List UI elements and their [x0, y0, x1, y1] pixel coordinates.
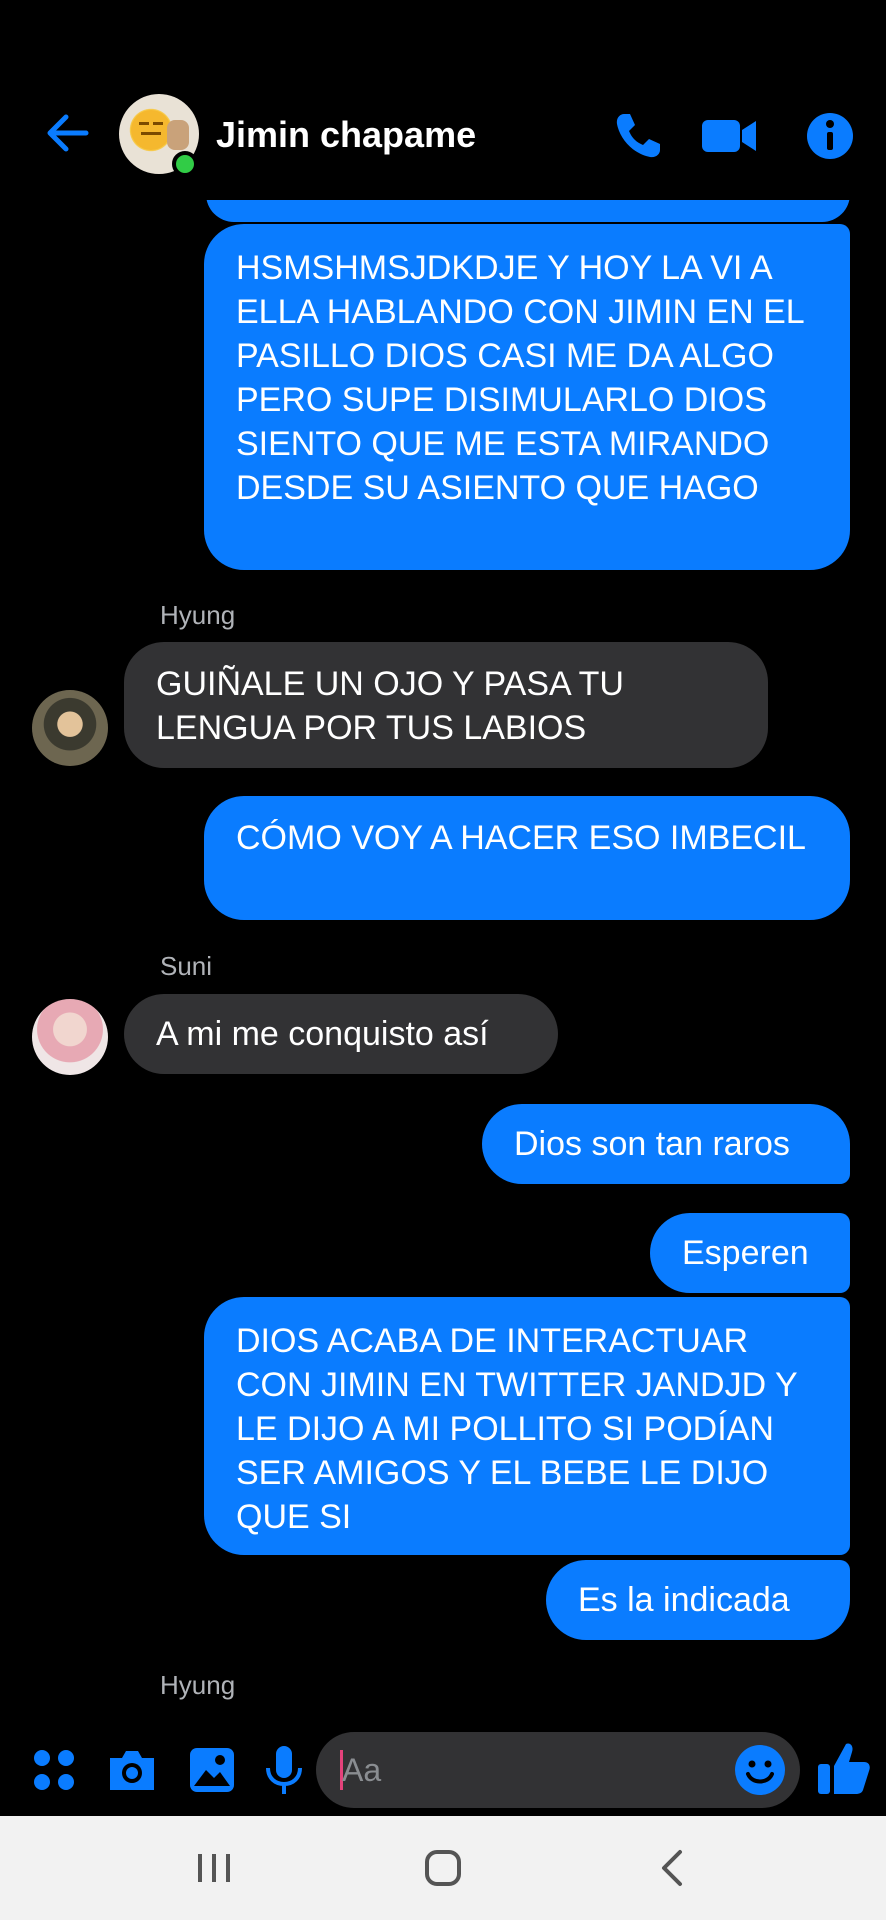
message-text: Esperen: [682, 1234, 809, 1272]
video-camera-icon: [702, 120, 756, 152]
voice-call-button[interactable]: [610, 108, 666, 164]
message-bubble-outgoing[interactable]: DIOS ACABA DE INTERACTUAR CON JIMIN EN T…: [204, 1297, 850, 1555]
arrow-left-icon: [47, 114, 89, 152]
conversation-info-button[interactable]: [802, 108, 858, 164]
message-text: A mi me conquisto así: [156, 1015, 489, 1053]
message-bubble-outgoing[interactable]: Esperen: [650, 1213, 850, 1293]
camera-button[interactable]: [104, 1742, 160, 1798]
back-icon: [662, 1850, 682, 1886]
online-status-dot: [172, 151, 198, 177]
apps-grid-icon: [34, 1750, 74, 1790]
sender-name: Hyung: [160, 1670, 236, 1700]
message-bubble-outgoing[interactable]: Dios son tan raros: [482, 1104, 850, 1184]
conversation-header: Jimin chapame: [0, 0, 886, 200]
info-icon: [807, 113, 853, 159]
like-button[interactable]: [816, 1738, 872, 1794]
message-bubble-incoming[interactable]: A mi me conquisto así: [124, 994, 558, 1074]
message-text: GUIÑALE UN OJO Y PASA TU LENGUA POR TUS …: [156, 665, 624, 747]
message-text: DIOS ACABA DE INTERACTUAR CON JIMIN EN T…: [236, 1322, 798, 1536]
message-text: Dios son tan raros: [514, 1125, 790, 1163]
microphone-icon: [266, 1746, 302, 1794]
system-navigation-bar: [0, 1816, 886, 1920]
message-bubble-outgoing[interactable]: HSMSHMSJDKDJE Y HOY LA VI A ELLA HABLAND…: [204, 224, 850, 570]
sender-name: Suni: [160, 951, 213, 981]
home-button[interactable]: [415, 1840, 471, 1896]
message-text: HSMSHMSJDKDJE Y HOY LA VI A ELLA HABLAND…: [236, 249, 804, 507]
sender-avatar[interactable]: [32, 690, 108, 766]
message-text: Es la indicada: [578, 1581, 790, 1619]
message-text: CÓMO VOY A HACER ESO IMBECIL: [236, 819, 806, 857]
gallery-button[interactable]: [184, 1742, 240, 1798]
back-button[interactable]: [40, 105, 96, 161]
conversation-title[interactable]: Jimin chapame: [216, 113, 476, 157]
video-call-button[interactable]: [700, 108, 756, 164]
emoji-button[interactable]: [732, 1742, 788, 1798]
message-input[interactable]: [342, 1748, 702, 1792]
system-back-button[interactable]: [646, 1840, 702, 1896]
sender-name: Hyung: [160, 600, 236, 630]
image-icon: [190, 1748, 234, 1792]
message-bubble-outgoing[interactable]: Es la indicada: [546, 1560, 850, 1640]
recent-apps-button[interactable]: [186, 1840, 242, 1896]
more-actions-button[interactable]: [26, 1742, 82, 1798]
message-input-container[interactable]: [316, 1732, 800, 1808]
sender-avatar[interactable]: [32, 999, 108, 1075]
message-bubble-incoming[interactable]: GUIÑALE UN OJO Y PASA TU LENGUA POR TUS …: [124, 642, 768, 768]
phone-icon: [616, 114, 660, 158]
thumbs-up-icon: [818, 1743, 870, 1794]
camera-icon: [110, 1751, 154, 1790]
voice-message-button[interactable]: [256, 1742, 312, 1798]
home-icon: [425, 1850, 461, 1886]
emoji-icon: [735, 1745, 785, 1795]
recent-apps-icon: [198, 1854, 230, 1882]
message-bubble-outgoing[interactable]: CÓMO VOY A HACER ESO IMBECIL: [204, 796, 850, 920]
